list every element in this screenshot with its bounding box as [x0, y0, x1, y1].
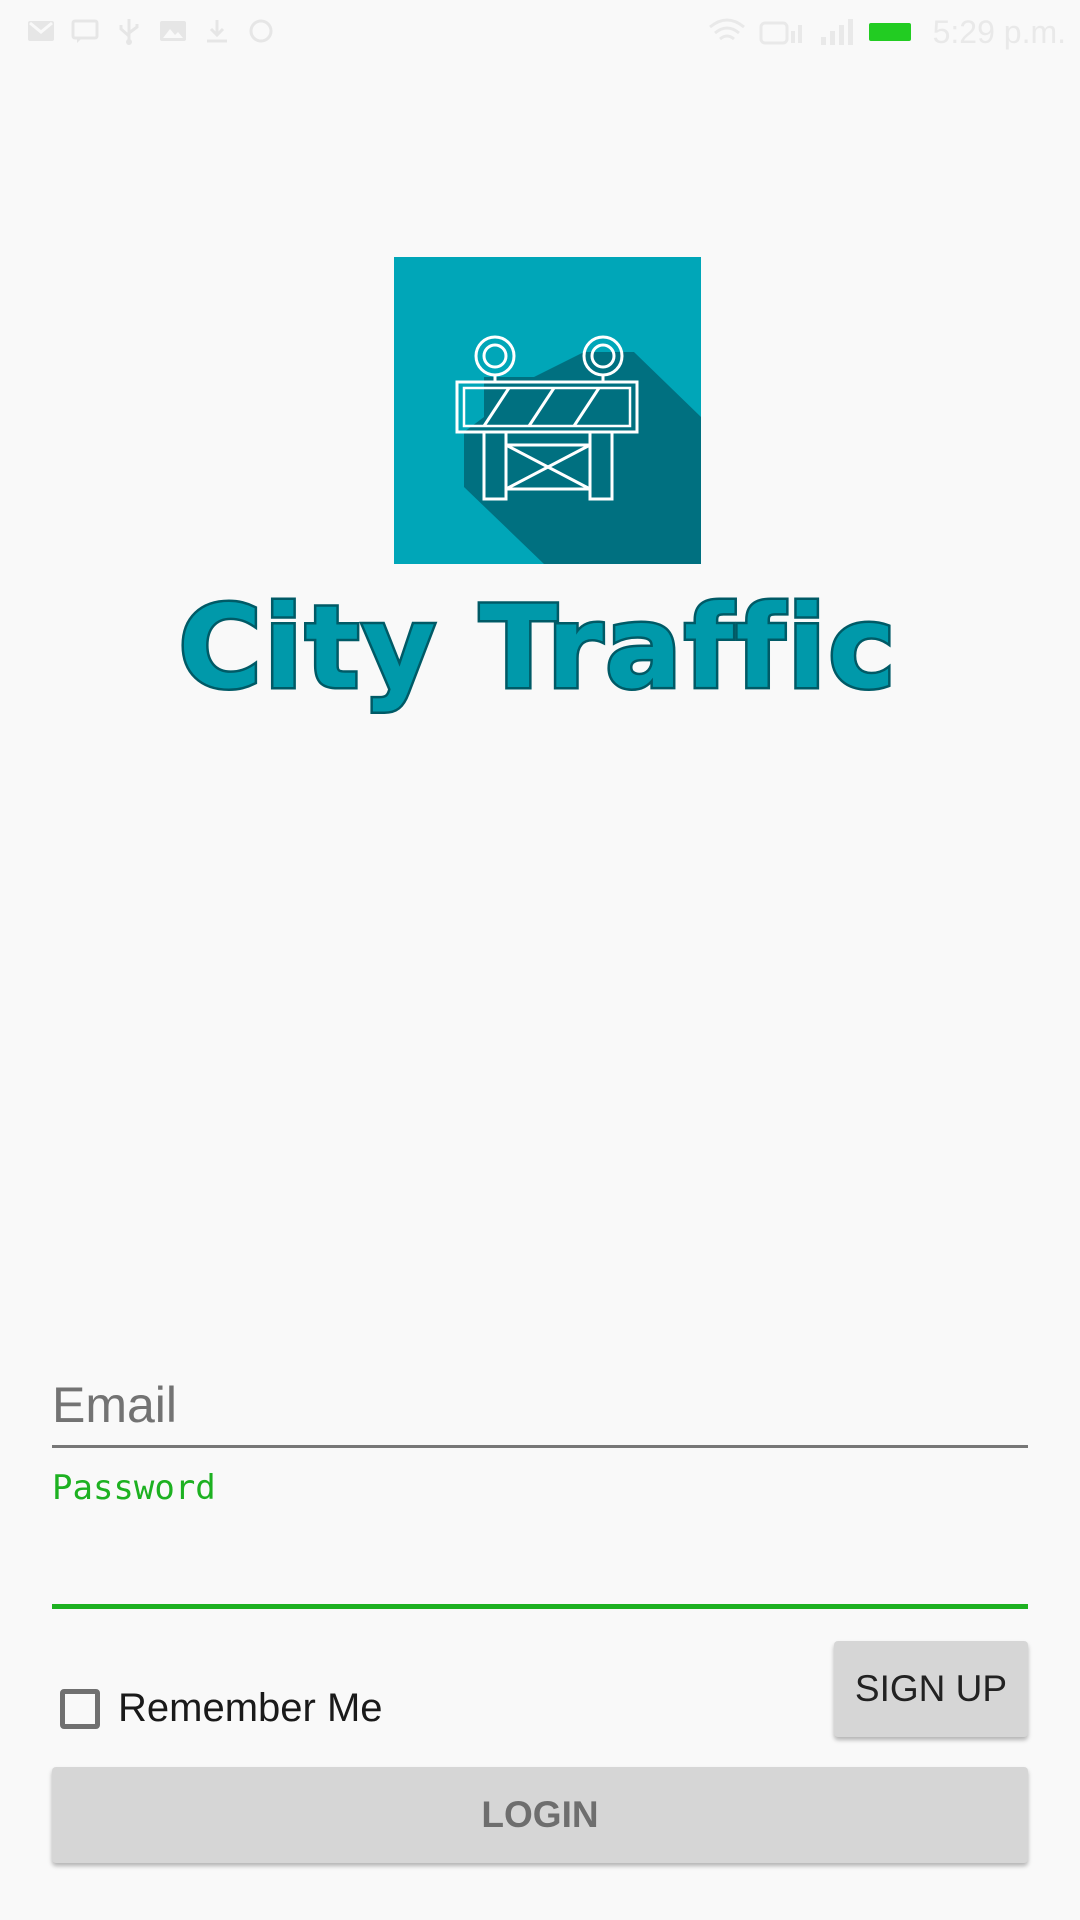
signal-icon — [820, 19, 853, 45]
password-input[interactable] — [52, 1515, 1028, 1603]
system-icons: 5:29 p.m. — [707, 12, 1066, 52]
sync-icon — [249, 19, 273, 43]
app-logo — [394, 257, 701, 564]
battery-icon — [868, 23, 911, 41]
usb-icon — [119, 19, 139, 45]
wordmark-text: City Traffic — [178, 581, 897, 714]
gmail-icon — [28, 21, 54, 41]
status-bar: 5:29 p.m. — [0, 0, 1080, 66]
password-field[interactable] — [52, 1515, 1028, 1609]
remember-me[interactable]: Remember Me — [60, 1686, 383, 1731]
road-barrier-icon — [455, 335, 701, 564]
email-field[interactable] — [52, 1365, 1028, 1448]
clock: 5:29 p.m. — [932, 14, 1066, 50]
login-button[interactable]: LOGIN — [52, 1767, 1028, 1863]
image-icon — [160, 21, 186, 41]
password-label: Password — [52, 1468, 216, 1508]
remember-me-checkbox[interactable] — [60, 1688, 100, 1729]
wifi-icon — [708, 18, 745, 41]
app-wordmark: City Traffic — [138, 565, 938, 717]
email-input[interactable] — [52, 1365, 1028, 1445]
message-icon — [71, 19, 99, 43]
remember-me-label: Remember Me — [118, 1686, 383, 1730]
sign-up-button[interactable]: SIGN UP — [834, 1641, 1028, 1737]
notification-icons — [26, 16, 276, 46]
hd-icon — [759, 21, 802, 45]
download-icon — [207, 20, 227, 43]
